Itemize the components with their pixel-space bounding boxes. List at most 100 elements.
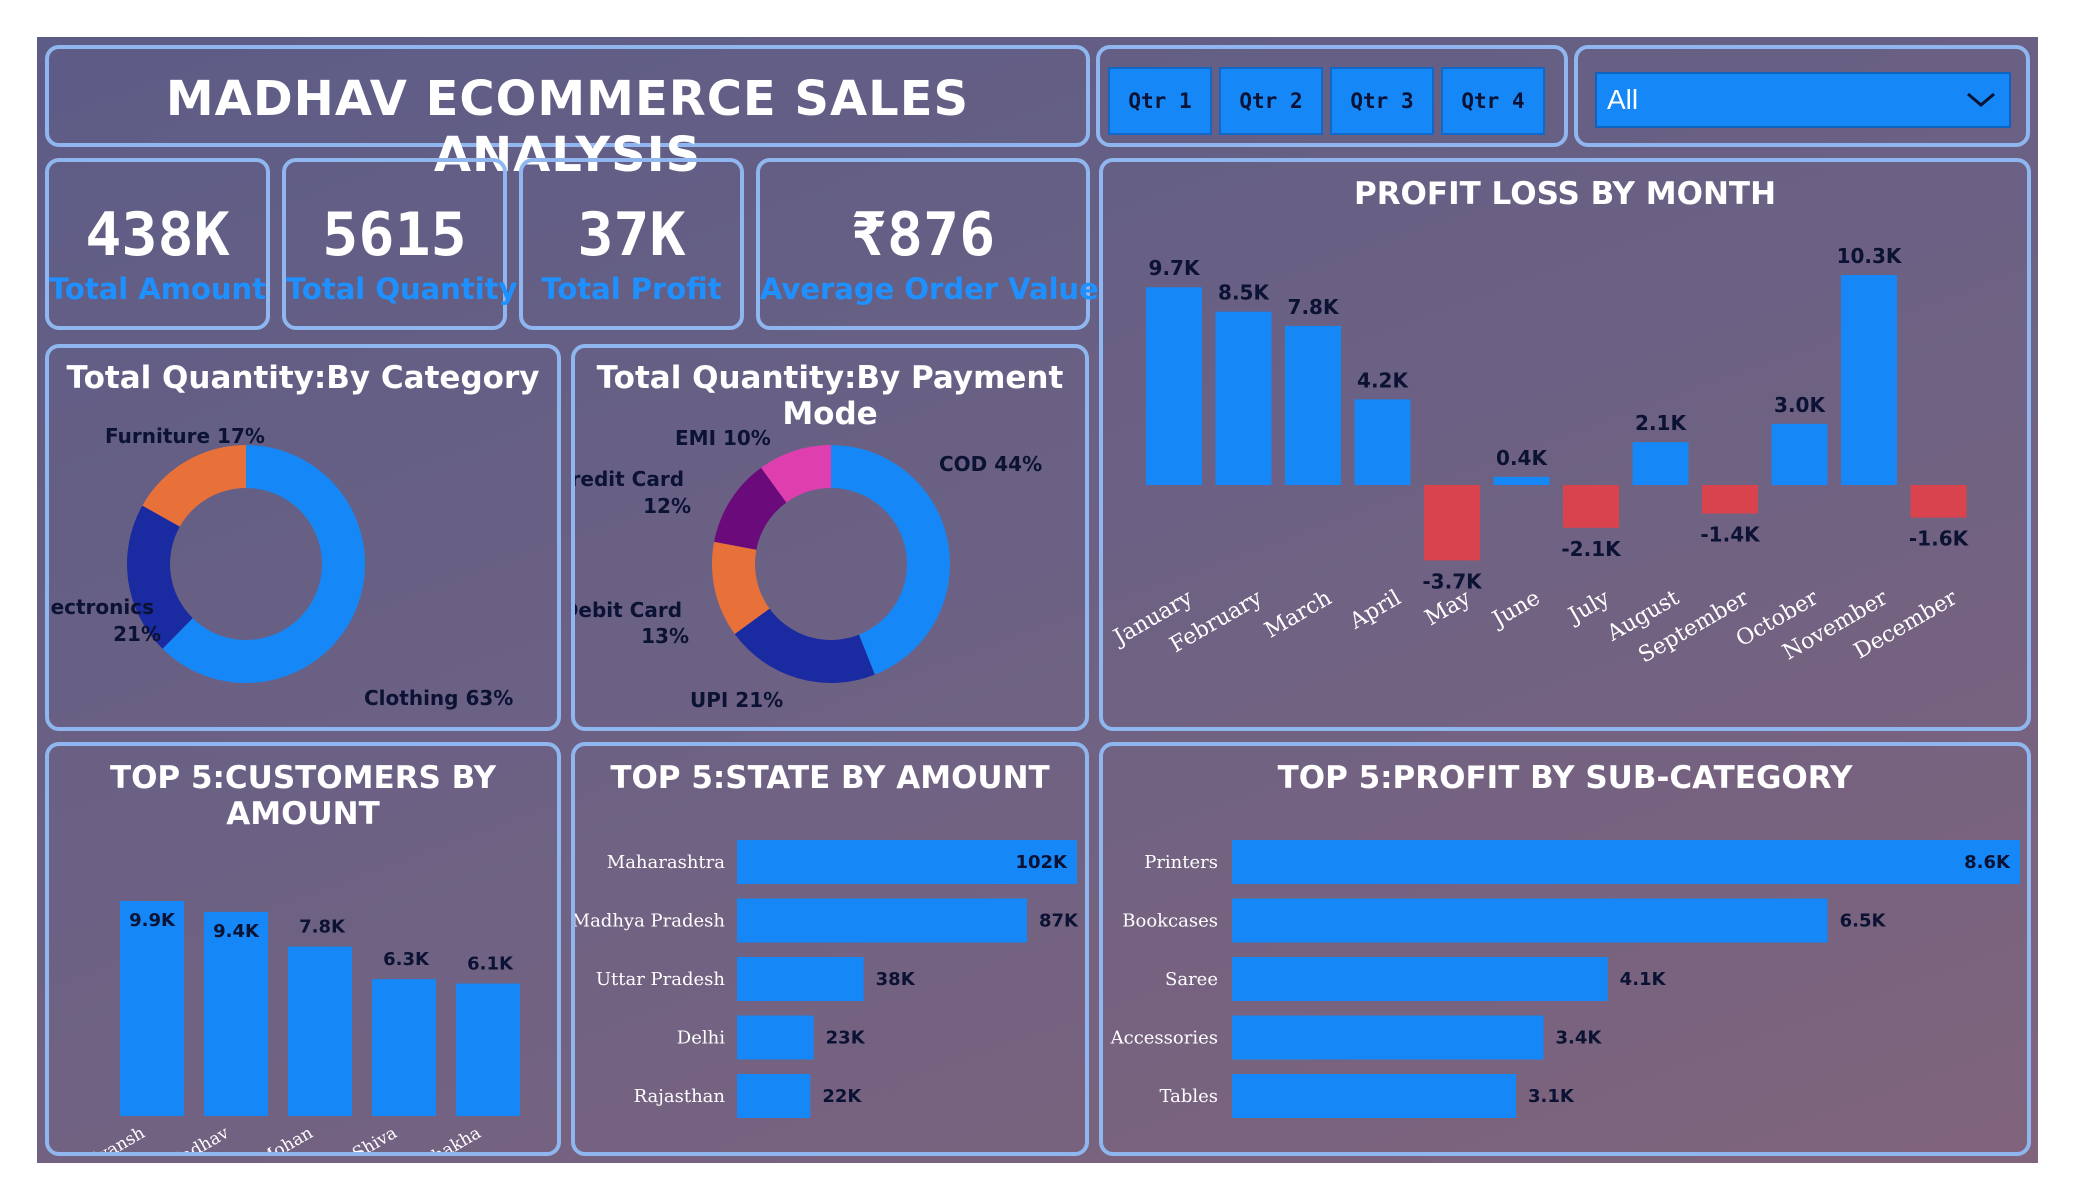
data-label-november: 10.3K (1837, 244, 1903, 268)
subcategory-chart: Printers 8.6K Bookcases 6.5K Saree 4.1K Access… (1110, 840, 2020, 1118)
kpi-total-quantity: 5615 Total Quantity (282, 158, 518, 330)
bar-shiva[interactable] (372, 979, 436, 1116)
kpi-value: 5615 (322, 200, 467, 270)
x-tick-june: June (1487, 586, 1545, 634)
bar-march[interactable] (1285, 325, 1341, 485)
data-label-february: 8.5K (1218, 281, 1270, 305)
kpi-label: Total Quantity (286, 272, 518, 306)
bar-june[interactable] (1493, 476, 1550, 485)
customers-chart: 9.9KHarivansh9.4KMadhav7.8KMadan Mohan6.… (62, 901, 520, 1152)
kpi-value: 438K (85, 200, 230, 270)
bar-rajasthan[interactable] (737, 1074, 811, 1118)
category-donut-chart: Furniture 17% Electronics 21% Clothing 6… (49, 424, 513, 710)
profit-month-chart: 9.7KJanuary8.5KFebruary7.8KMarch4.2KApri… (1108, 244, 1970, 668)
bar-september[interactable] (1702, 485, 1758, 514)
label-debit-card-pct: 13% (641, 624, 689, 648)
x-tick-april: April (1345, 586, 1406, 635)
qtr-1-button[interactable]: Qtr 1 (1108, 67, 1212, 135)
bar-february[interactable] (1215, 311, 1272, 485)
bar-delhi[interactable] (737, 1015, 814, 1060)
qtr-2-button[interactable]: Qtr 2 (1219, 67, 1323, 135)
bar-july[interactable] (1563, 485, 1619, 528)
data-label-clothing: Clothing 63% (364, 686, 513, 710)
data-label-august: 2.1K (1635, 411, 1687, 435)
payment-donut-chart: EMI 10% Credit Card 12% Debit Card 13% U… (575, 426, 1042, 712)
x-tick-madhav: Madhav (163, 1123, 233, 1152)
quarter-slicer: Qtr 1 Qtr 2 Qtr 3 Qtr 4 (1096, 45, 1568, 147)
bar-accessories[interactable] (1232, 1015, 1544, 1060)
data-label-maharashtra: 102K (1015, 852, 1068, 873)
filter-selected-value: All (1607, 84, 1639, 115)
states-panel: TOP 5:STATE BY AMOUNT Maharashtra 102K Mad… (571, 742, 1089, 1156)
data-label-delhi: 23K (826, 1028, 866, 1049)
kpi-label: Total Profit (541, 272, 722, 306)
bar-madhya-pradesh[interactable] (737, 898, 1027, 943)
data-label-upi: UPI 21% (690, 688, 783, 712)
bar-november[interactable] (1841, 275, 1897, 485)
states-chart: Maharashtra 102K Madhya Pradesh 87K Uttar Pr… (575, 840, 1079, 1118)
payment-donut-panel: Total Quantity:By Payment Mode EMI 10% C… (571, 344, 1089, 731)
bar-madan-mohan[interactable] (288, 946, 352, 1116)
bar-uttar-pradesh[interactable] (737, 957, 864, 1001)
data-label-accessories: 3.4K (1556, 1028, 1603, 1049)
data-label-vishakha: 6.1K (467, 954, 514, 975)
label-credit-card-pct: 12% (643, 494, 691, 518)
y-tick-uttar-pradesh: Uttar Pradesh (596, 969, 726, 990)
x-tick-vishakha: Vishakha (406, 1123, 485, 1152)
kpi-total-profit: 37K Total Profit (519, 158, 744, 330)
bar-madhav[interactable] (204, 911, 268, 1116)
bar-saree[interactable] (1232, 957, 1608, 1001)
bar-harivansh[interactable] (120, 901, 184, 1116)
label-debit-card-name: Debit Card (575, 598, 682, 622)
data-label-furniture: Furniture 17% (105, 424, 265, 448)
kpi-value: 37K (577, 200, 686, 270)
data-label-june: 0.4K (1496, 446, 1548, 470)
y-tick-printers: Printers (1144, 852, 1218, 873)
kpi-value: ₹876 (850, 200, 996, 270)
profit-month-panel: PROFIT LOSS BY MONTH 9.7K January 8.5K Febr… (1099, 158, 2031, 731)
dashboard-canvas: MADHAV ECOMMERCE SALES ANALYSIS Qtr 1 Qt… (37, 37, 2038, 1163)
bar-printers[interactable] (1232, 840, 2020, 884)
kpi-label: Total Amount (49, 272, 267, 306)
data-label-bookcases: 6.5K (1840, 911, 1887, 932)
data-label-madhav: 9.4K (213, 921, 260, 942)
data-label-harivansh: 9.9K (129, 910, 176, 931)
kpi-total-amount: 438K Total Amount (45, 158, 270, 330)
filter-panel: All (1574, 45, 2030, 147)
bar-may[interactable] (1424, 485, 1480, 561)
bar-bookcases[interactable] (1232, 898, 1828, 943)
filter-dropdown[interactable]: All (1595, 72, 2011, 128)
category-donut-panel: Total Quantity:By Category Furniture 17%… (45, 344, 561, 731)
title-panel: MADHAV ECOMMERCE SALES ANALYSIS (45, 45, 1090, 183)
y-tick-maharashtra: Maharashtra (607, 852, 725, 873)
bar-tables[interactable] (1232, 1074, 1517, 1118)
qtr-3-button[interactable]: Qtr 3 (1330, 67, 1434, 135)
y-tick-accessories: Accessories (1110, 1028, 1218, 1049)
data-label-tables: 3.1K (1528, 1086, 1575, 1107)
data-label-madhya-pradesh: 87K (1039, 911, 1079, 932)
data-label-uttar-pradesh: 38K (876, 969, 916, 990)
label-electronics-name: Electronics (49, 595, 154, 619)
y-tick-bookcases: Bookcases (1122, 911, 1218, 932)
y-tick-saree: Saree (1165, 969, 1218, 990)
bar-vishakha[interactable] (456, 983, 520, 1116)
data-label-credit-card: Credit Card 12% (575, 467, 691, 518)
kpi-average-order-value: ₹876 Average Order Value (756, 158, 1099, 330)
bar-january[interactable] (1146, 287, 1202, 485)
data-label-december: -1.6K (1909, 527, 1970, 551)
label-electronics-pct: 21% (113, 622, 161, 646)
bar-april[interactable] (1354, 399, 1411, 485)
bar-august[interactable] (1632, 442, 1689, 485)
x-tick-shiva: Shiva (349, 1123, 400, 1152)
data-label-july: -2.1K (1561, 537, 1622, 561)
bar-october[interactable] (1771, 423, 1828, 485)
bar-december[interactable] (1910, 485, 1967, 518)
label-credit-card-name: Credit Card (575, 467, 684, 491)
slice-upi[interactable] (734, 608, 875, 683)
data-label-rajasthan: 22K (822, 1086, 862, 1107)
qtr-4-button[interactable]: Qtr 4 (1441, 67, 1545, 135)
y-tick-rajasthan: Rajasthan (634, 1086, 726, 1107)
customers-panel: TOP 5:CUSTOMERS BY AMOUNT 9.9KHarivansh9… (45, 742, 561, 1156)
data-label-march: 7.8K (1288, 295, 1340, 319)
data-label-madan-mohan: 7.8K (299, 917, 346, 938)
